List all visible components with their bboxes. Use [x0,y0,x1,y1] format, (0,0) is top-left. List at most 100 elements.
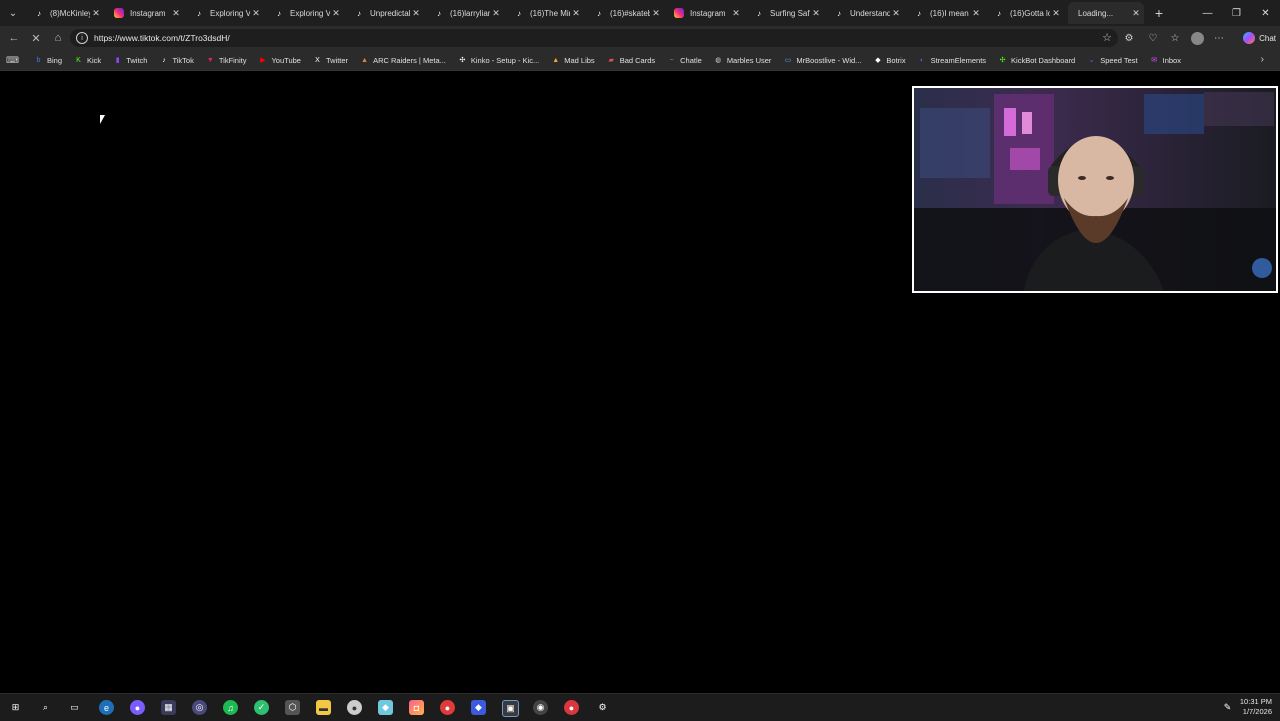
app-icon-8[interactable]: ◘ [409,700,424,715]
tab-5[interactable]: ♪ (16)larryliam✕ [428,2,504,24]
stop-loading-icon[interactable]: ✕ [28,30,44,46]
chatle-icon: ~ [669,56,674,64]
bookmark-tiktok[interactable]: ♪ TikTok [159,56,194,65]
bookmark-botrix[interactable]: ◆ Botrix [873,56,905,65]
close-tab-icon[interactable]: ✕ [650,8,662,19]
start-icon[interactable]: ⊞ [8,700,23,715]
task-view-icon[interactable]: ▭ [67,700,82,715]
tab-10[interactable]: ♪ Understandir✕ [828,2,904,24]
close-tab-icon[interactable]: ✕ [490,8,502,19]
tab-13[interactable]: Loading... ✕ [1068,2,1144,24]
bookmark-arc-raiders-meta[interactable]: ▲ ARC Raiders | Meta... [360,56,446,65]
profile-avatar-icon[interactable] [1190,31,1204,45]
bookmark-kick[interactable]: K Kick [74,56,101,65]
home-icon[interactable]: ⌂ [50,30,66,46]
edge-icon[interactable]: e [99,700,114,715]
close-tab-icon[interactable]: ✕ [570,8,582,19]
bookmark-kinko-setup-kic[interactable]: ✣ Kinko - Setup - Kic... [458,56,539,65]
browser-essentials-icon[interactable]: ♡ [1146,31,1160,45]
app-icon-12[interactable]: ◉ [533,700,548,715]
file-explorer-icon[interactable]: ▬ [316,700,331,715]
app-icon-1[interactable]: ● [130,700,145,715]
tab-0[interactable]: ♪ (8)McKinley o✕ [28,2,104,24]
address-bar[interactable]: i https://www.tiktok.com/t/ZTro3dsdH/ ☆ [70,29,1118,47]
tab-8[interactable]: Instagram ✕ [668,2,744,24]
bookmark-label: Inbox [1162,55,1181,65]
system-clock[interactable]: 10:31 PM 1/7/2026 [1240,697,1272,717]
bookmark-kickbot-dashboard[interactable]: ✣ KickBot Dashboard [998,55,1076,65]
close-tab-icon[interactable]: ✕ [890,8,902,19]
bookmark-streamelements[interactable]: ◐ StreamElements [918,56,986,65]
bookmark-twitch[interactable]: ▮ Twitch [113,56,148,65]
search-icon[interactable]: ⌕ [38,700,53,715]
restore-icon[interactable]: ❐ [1222,0,1251,26]
close-tab-icon[interactable]: ✕ [730,8,742,19]
favorite-star-icon[interactable]: ☆ [1102,31,1112,44]
tab-11[interactable]: ♪ (16)I mean #✕ [908,2,984,24]
close-tab-icon[interactable]: ✕ [970,8,982,19]
close-tab-icon[interactable]: ✕ [90,8,102,19]
app-icon-4[interactable]: ✓ [254,700,269,715]
app-icon-11[interactable]: ▣ [502,700,519,717]
bookmark-tikfinity[interactable]: ▼ TikFinity [206,56,247,65]
close-window-icon[interactable]: ✕ [1251,0,1280,26]
bookmark-mad-libs[interactable]: ▲ Mad Libs [551,56,594,65]
bookmark-chatle[interactable]: ~ Chatle [667,56,702,65]
bookmark-mrboostlive-wid[interactable]: ▭ MrBoostlive - Wid... [783,56,862,65]
tab-7[interactable]: ♪ (16)#skatebo✕ [588,2,664,24]
app-icon-9[interactable]: ● [440,700,455,715]
bookmark-youtube[interactable]: ▶ YouTube [258,56,301,65]
close-tab-icon[interactable]: ✕ [250,8,262,19]
close-tab-icon[interactable]: ✕ [1050,8,1062,19]
more-options-icon[interactable]: ⋯ [1212,31,1226,45]
tab-actions-menu-icon[interactable]: ⌄ [2,2,24,24]
close-tab-icon[interactable]: ✕ [330,8,342,19]
copilot-chat-button[interactable]: Chat [1243,29,1276,47]
webcam-overlay [912,86,1278,293]
close-tab-icon[interactable]: ✕ [810,8,822,19]
close-tab-icon[interactable]: ✕ [1130,8,1142,19]
youtube-icon: ▶ [260,57,266,64]
extensions-icon[interactable]: ⚙ [1122,31,1136,45]
bookmark-twitter[interactable]: X Twitter [313,56,348,65]
bookmark-inbox[interactable]: ✉ Inbox [1150,56,1181,65]
bookmark-bing[interactable]: b Bing [34,56,62,65]
app-icon-2[interactable]: ▦ [161,700,176,715]
app-icon-10[interactable]: ◆ [471,700,486,715]
address-bar-row: ← ✕ ⌂ i https://www.tiktok.com/t/ZTro3ds… [0,26,1280,50]
tray-pen-icon[interactable]: ✎ [1220,700,1235,715]
app-icon-6[interactable]: ● [347,700,362,715]
tab-6[interactable]: ♪ (16)The Minn✕ [508,2,584,24]
tiktok-icon: ♪ [517,8,521,18]
close-tab-icon[interactable]: ✕ [410,8,422,19]
tab-3[interactable]: ♪ Exploring Vo✕ [268,2,344,24]
tab-12[interactable]: ♪ (16)Gotta lov✕ [988,2,1064,24]
bookmark-marbles-user[interactable]: ◍ Marbles User [714,56,771,65]
url-text[interactable]: https://www.tiktok.com/t/ZTro3dsdH/ [94,33,230,43]
settings-icon[interactable]: ⚙ [595,700,610,715]
tab-2[interactable]: ♪ Exploring Vo✕ [188,2,264,24]
app-icon-3[interactable]: ◎ [192,700,207,715]
close-tab-icon[interactable]: ✕ [170,8,182,19]
minimize-icon[interactable]: — [1193,0,1222,26]
favorites-icon[interactable]: ☆ [1168,31,1182,45]
tab-4[interactable]: ♪ Unpredictab ✕ [348,2,424,24]
more-bookmarks-chevron-icon[interactable]: › [1261,54,1264,65]
app-icon-7[interactable]: ◆ [378,700,393,715]
new-tab-button[interactable]: + [1150,5,1168,21]
bookmark-speed-test[interactable]: ⌄ Speed Test [1087,56,1138,65]
site-info-icon[interactable]: i [76,32,88,44]
tab-title: Exploring Vo [290,8,330,18]
app-icon-13[interactable]: ● [564,700,579,715]
bookmark-label: KickBot Dashboard [1011,55,1076,65]
spotify-icon[interactable]: ♫ [223,700,238,715]
tab-1[interactable]: Instagram ✕ [108,2,184,24]
tab-title: Surfing Safet [770,8,810,18]
back-icon[interactable]: ← [6,30,22,46]
keyboard-icon[interactable]: ⌨ [6,55,20,66]
app-icon-5[interactable]: ⬡ [285,700,300,715]
tab-9[interactable]: ♪ Surfing Safet✕ [748,2,824,24]
bookmark-bad-cards[interactable]: ▰ Bad Cards [607,56,655,65]
tiktok-icon: ♪ [997,8,1001,18]
tiktok-icon: ♪ [917,8,921,18]
